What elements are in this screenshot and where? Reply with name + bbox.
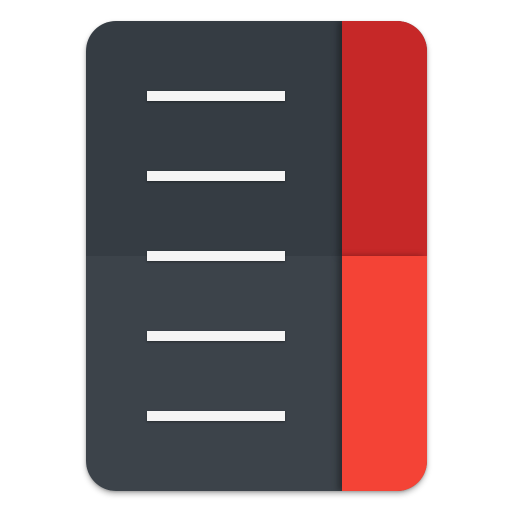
line-4 [147,331,285,341]
line-5 [147,411,285,421]
red-strip-bottom [342,256,427,491]
red-strip-top [342,21,427,256]
line-2 [147,171,285,181]
app-icon [86,21,427,491]
line-1 [147,91,285,101]
line-3 [147,251,285,261]
